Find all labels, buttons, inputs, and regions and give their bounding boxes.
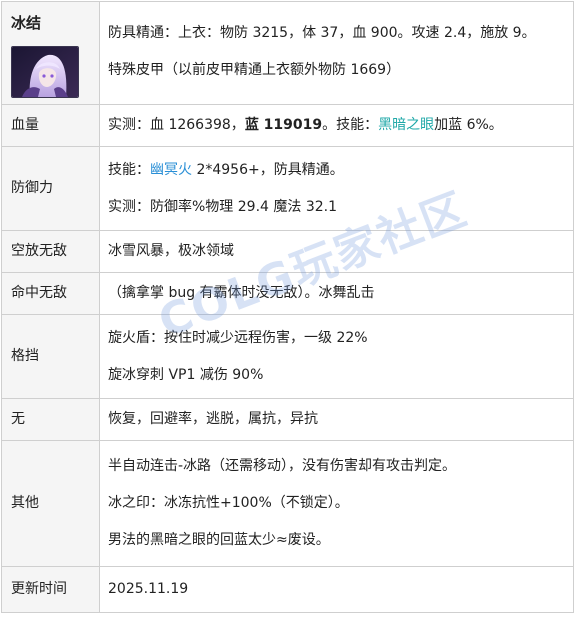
other-value: 半自动连击-冰路（还需移动），没有伤害却有攻击判定。 冰之印：冰冻抗性+100%… <box>99 440 574 567</box>
hp-skill-suffix: 加蓝 6%。 <box>434 117 503 134</box>
dark-eye-note-line: 男法的黑暗之眼的回蓝太少≈废设。 <box>108 531 330 548</box>
updated-row: 更新时间 2025.11.19 <box>1 566 574 613</box>
character-name: 冰结 <box>11 14 42 32</box>
defense-row: 防御力 技能：幽冥火 2*4956+，防具精通。 实测：防御率%物理 29.4 … <box>1 146 574 231</box>
hp-row: 血量 实测：血 1266398，蓝 119019。技能：黑暗之眼加蓝 6%。 <box>1 104 574 147</box>
hp-measured-text: 实测：血 1266398， <box>108 117 245 134</box>
updated-label: 更新时间 <box>1 566 100 613</box>
hp-skill-prefix: 。技能： <box>322 117 379 134</box>
character-portrait-image <box>12 47 78 97</box>
character-portrait <box>11 46 79 98</box>
other-label: 其他 <box>1 440 100 567</box>
none-value: 恢复，回避率，逃脱，属抗，异抗 <box>99 398 574 441</box>
hp-value: 实测：血 1266398，蓝 119019。技能：黑暗之眼加蓝 6%。 <box>99 104 574 147</box>
defense-measured-line: 实测：防御率%物理 29.4 魔法 32.1 <box>108 198 337 215</box>
hp-label: 血量 <box>1 104 100 147</box>
defense-value: 技能：幽冥火 2*4956+，防具精通。 实测：防御率%物理 29.4 魔法 3… <box>99 146 574 231</box>
other-row: 其他 半自动连击-冰路（还需移动），没有伤害却有攻击判定。 冰之印：冰冻抗性+1… <box>1 440 574 567</box>
hp-line: 实测：血 1266398，蓝 119019。技能：黑暗之眼加蓝 6%。 <box>108 117 573 134</box>
header-cell: 冰结 <box>1 1 100 105</box>
updated-value: 2025.11.19 <box>99 566 574 613</box>
defense-label: 防御力 <box>1 146 100 231</box>
dark-eye-skill-link[interactable]: 黑暗之眼 <box>378 117 434 133</box>
ice-seal-line: 冰之印：冰冻抗性+100%（不锁定）。 <box>108 495 349 512</box>
hit-invincible-label: 命中无敌 <box>1 272 100 315</box>
block-value: 旋火盾：按住时减少远程伤害，一级 22% 旋冰穿刺 VP1 减伤 90% <box>99 314 574 399</box>
header-detail-cell: 防具精通：上衣：物防 3215，体 37，血 900。攻速 2.4，施放 9。 … <box>99 1 574 105</box>
ice-path-line: 半自动连击-冰路（还需移动），没有伤害却有攻击判定。 <box>108 458 457 475</box>
air-invincible-label: 空放无敌 <box>1 230 100 273</box>
fire-shield-line: 旋火盾：按住时减少远程伤害，一级 22% <box>108 329 368 346</box>
air-invincible-row: 空放无敌 冰雪风暴，极冰领域 <box>1 230 574 273</box>
armor-mastery-text: 防具精通：上衣：物防 3215，体 37，血 900。攻速 2.4，施放 9。 <box>108 25 536 42</box>
none-row: 无 恢复，回避率，逃脱，属抗，异抗 <box>1 398 574 441</box>
header-row: 冰结 防具精通：上衣：物防 3215，体 37，血 900。攻速 2.4，施放 … <box>1 1 574 105</box>
defense-skill-suffix: 2*4956+，防具精通。 <box>192 161 344 178</box>
mp-value-text: 蓝 119019 <box>244 117 323 134</box>
special-leather-text: 特殊皮甲（以前皮甲精通上衣额外物防 1669） <box>108 62 401 78</box>
block-label: 格挡 <box>1 314 100 399</box>
defense-skill-line: 技能：幽冥火 2*4956+，防具精通。 <box>108 162 573 179</box>
nether-fire-skill-link[interactable]: 幽冥火 <box>150 162 192 178</box>
hit-invincible-row: 命中无敌 （擒拿掌 bug 有霸体时没无敌）。冰舞乱击 <box>1 272 574 315</box>
ice-pierce-line: 旋冰穿刺 VP1 减伤 90% <box>108 366 264 383</box>
none-label: 无 <box>1 398 100 441</box>
defense-skill-prefix: 技能： <box>108 161 150 178</box>
air-invincible-value: 冰雪风暴，极冰领域 <box>99 230 574 273</box>
block-row: 格挡 旋火盾：按住时减少远程伤害，一级 22% 旋冰穿刺 VP1 减伤 90% <box>1 314 574 399</box>
character-info-table: 冰结 防具精通：上衣：物防 3215，体 37，血 900。攻速 2.4，施放 … <box>1 1 574 613</box>
hit-invincible-value: （擒拿掌 bug 有霸体时没无敌）。冰舞乱击 <box>99 272 574 315</box>
